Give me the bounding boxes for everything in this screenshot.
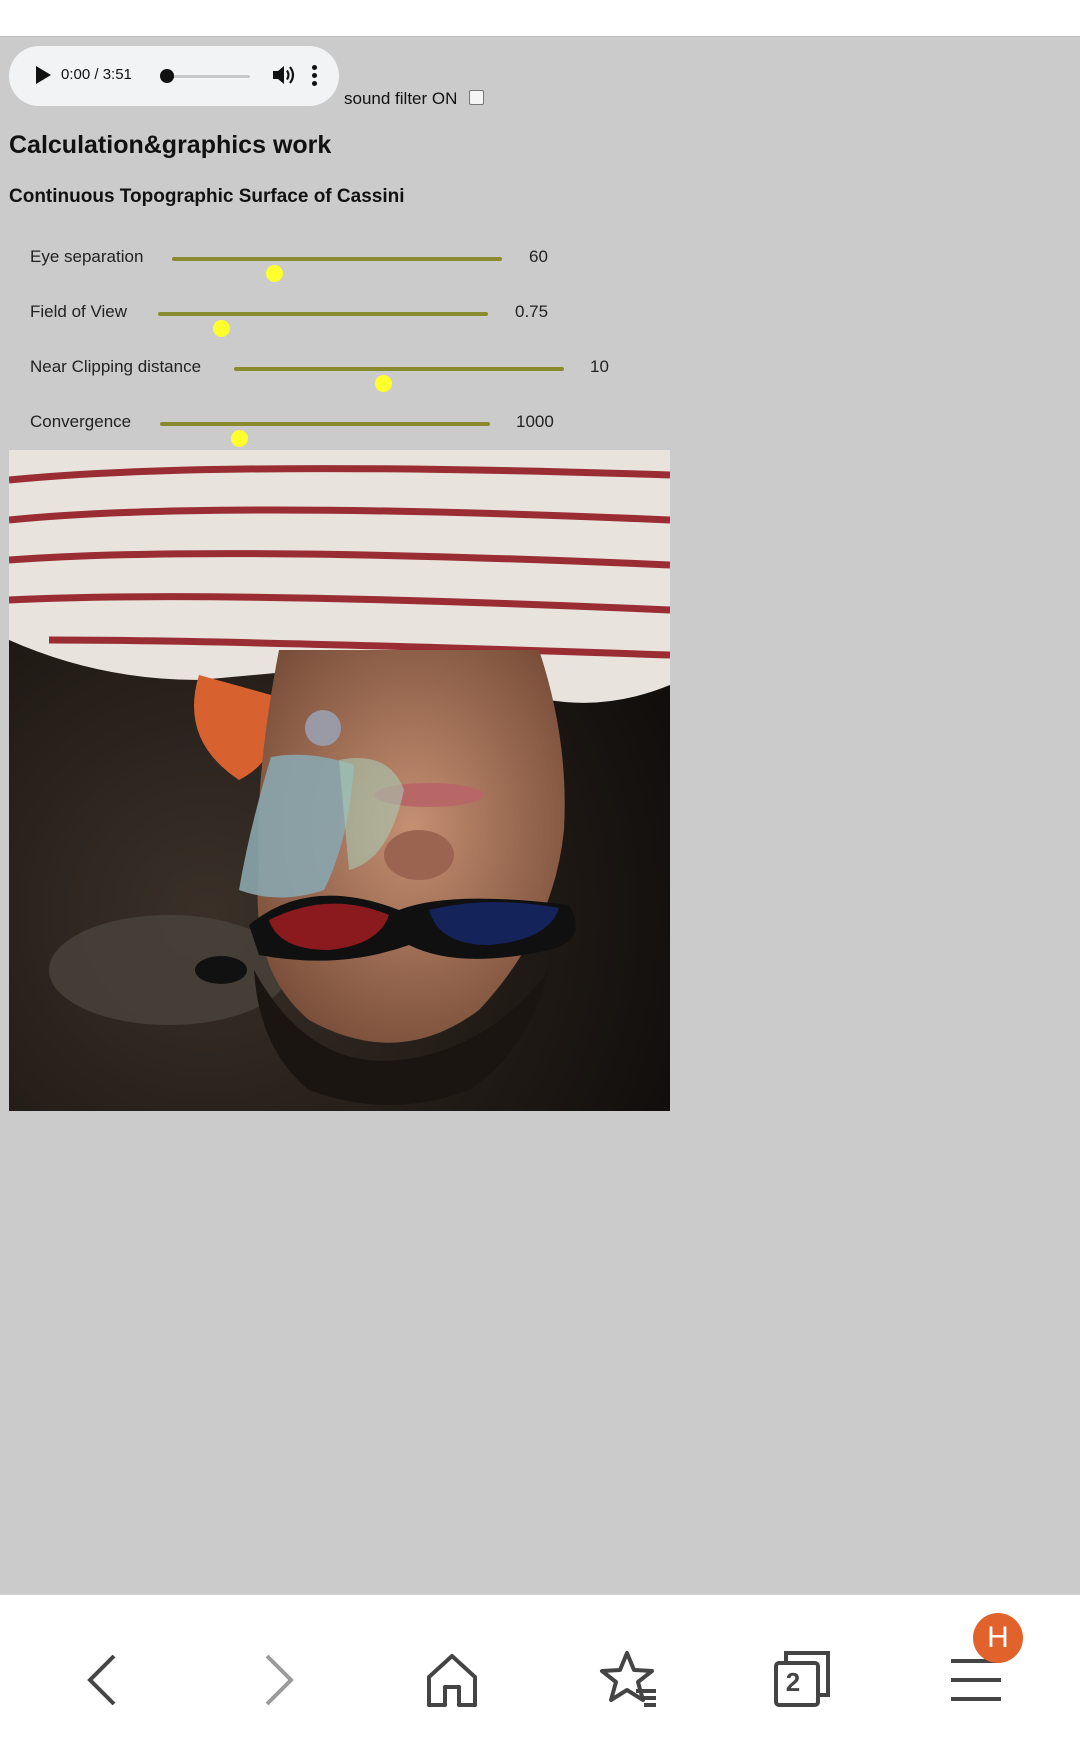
slider-thumb[interactable]: [374, 375, 392, 392]
camera-feed-image: [9, 450, 670, 1111]
tabs-icon[interactable]: 2: [766, 1643, 836, 1713]
audio-seek-bar[interactable]: [160, 69, 250, 83]
web-page: 0:00 / 3:51 sound filter ON Calculation&…: [0, 36, 1080, 1594]
home-icon[interactable]: [417, 1643, 487, 1713]
tabs-count: 2: [785, 1667, 801, 1697]
control-value: 1000: [516, 412, 554, 431]
control-label: Field of View: [30, 302, 128, 321]
audio-seek-knob[interactable]: [160, 69, 174, 83]
status-bar: [0, 0, 1080, 36]
sound-filter-checkbox[interactable]: [469, 89, 485, 105]
eye-separation-slider[interactable]: [172, 257, 502, 282]
control-label: Near Clipping distance: [30, 357, 202, 376]
control-value: 60: [529, 247, 548, 266]
webgl-canvas[interactable]: [9, 450, 670, 1111]
control-value: 10: [590, 357, 609, 376]
browser-bottom-bar: 2 H: [0, 1594, 1080, 1738]
control-label: Convergence: [30, 412, 132, 431]
field-of-view-slider[interactable]: [158, 312, 488, 337]
profile-badge[interactable]: H: [973, 1613, 1023, 1663]
slider-thumb[interactable]: [212, 320, 230, 337]
sound-filter-label: sound filter ON: [344, 89, 458, 108]
slider-thumb[interactable]: [231, 430, 249, 447]
audio-time: 0:00 / 3:51: [61, 66, 132, 83]
more-vert-icon[interactable]: [312, 65, 318, 87]
forward-icon[interactable]: [243, 1643, 313, 1713]
convergence-slider[interactable]: [160, 422, 490, 447]
sound-filter: sound filter ON: [344, 89, 485, 109]
page-subtitle: Continuous Topographic Surface of Cassin…: [9, 186, 405, 207]
audio-player[interactable]: 0:00 / 3:51: [9, 46, 339, 106]
volume-icon[interactable]: [271, 63, 297, 87]
back-icon[interactable]: [68, 1643, 138, 1713]
control-label: Eye separation: [30, 247, 144, 266]
page-title: Calculation&graphics work: [9, 131, 332, 159]
play-icon[interactable]: [36, 66, 51, 84]
control-value: 0.75: [515, 302, 549, 321]
near-clipping-slider[interactable]: [234, 367, 564, 392]
slider-thumb[interactable]: [266, 265, 284, 282]
bookmarks-icon[interactable]: [592, 1643, 662, 1713]
